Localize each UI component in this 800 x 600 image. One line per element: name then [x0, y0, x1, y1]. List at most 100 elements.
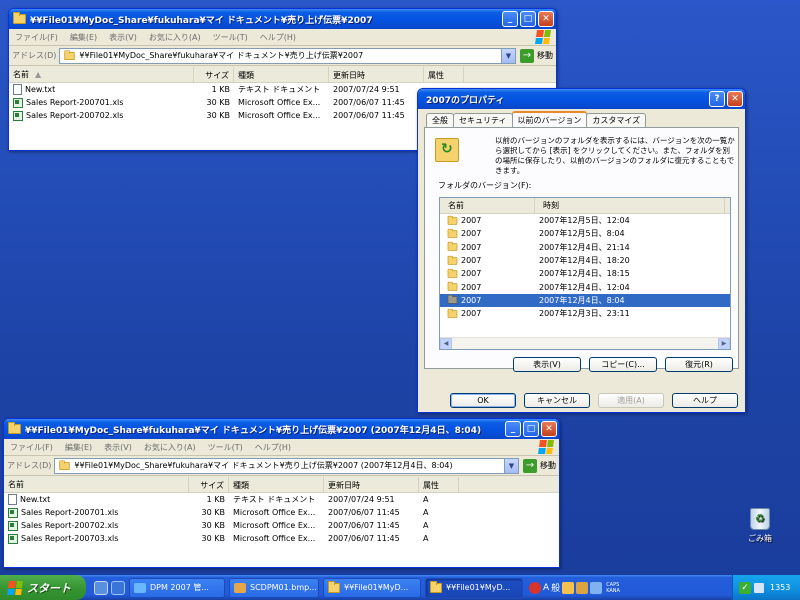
table-row[interactable]: Sales Report-200702.xls 30 KB Microsoft … [4, 519, 559, 532]
column-type[interactable]: 種類 [234, 67, 329, 82]
help-button[interactable]: ? [709, 91, 725, 107]
scroll-left-icon[interactable]: ◀ [440, 337, 452, 349]
go-button[interactable]: → 移動 [523, 458, 556, 473]
list-item-selected[interactable]: 2007 2007年12月4日、8:04 [440, 293, 730, 308]
column-name[interactable]: 名前 ▲ [9, 67, 194, 82]
file-name: Sales Report-200702.xls [21, 521, 119, 530]
chevron-down-icon[interactable]: ▼ [501, 48, 515, 63]
close-button[interactable]: ✕ [541, 421, 557, 437]
version-list[interactable]: 名前 時刻 2007 2007年12月5日、12:04 2007 2007年12月5… [439, 197, 731, 350]
file-size: 30 KB [201, 521, 225, 530]
list-item[interactable]: 2007 2007年12月4日、12:04 [440, 280, 730, 293]
column-attributes[interactable]: 属性 [419, 477, 459, 492]
chevron-down-icon[interactable]: ▼ [504, 458, 518, 473]
column-type[interactable]: 種類 [229, 477, 324, 492]
security-check-icon[interactable]: ✓ [739, 581, 751, 594]
menu-favorites[interactable]: お気に入り(A) [143, 32, 207, 43]
ok-button[interactable]: OK [450, 393, 516, 408]
column-size[interactable]: サイズ [194, 67, 234, 82]
taskbar-button-paint[interactable]: SCDPM01.bmp... [229, 577, 319, 598]
minimize-button[interactable]: _ [505, 421, 521, 437]
taskbar-button-explorer-2[interactable]: ¥¥File01¥MyD... [425, 577, 523, 598]
taskbar-button-explorer-1[interactable]: ¥¥File01¥MyD... [323, 577, 421, 598]
close-button[interactable]: ✕ [727, 91, 743, 107]
menu-file[interactable]: ファイル(F) [4, 442, 59, 453]
tab-customize[interactable]: カスタマイズ [586, 113, 647, 127]
window-titlebar[interactable]: ¥¥File01¥MyDoc_Share¥fukuhara¥マイ ドキュメント¥… [9, 9, 556, 29]
maximize-button[interactable]: □ [520, 11, 536, 27]
start-button[interactable]: スタート [0, 575, 86, 600]
apply-button[interactable]: 適用(A) [598, 393, 664, 408]
folder-restore-icon [435, 138, 459, 162]
ime-pad-icon[interactable] [576, 581, 589, 594]
ime-icon[interactable] [529, 581, 541, 594]
column-name[interactable]: 名前 [440, 198, 535, 213]
close-button[interactable]: ✕ [538, 11, 554, 27]
file-list[interactable]: 名前 サイズ 種類 更新日時 属性 New.txt 1 KB テキスト ドキュメ… [4, 477, 559, 567]
speaker-icon[interactable] [754, 582, 764, 593]
table-row[interactable]: Sales Report-200701.xls 30 KB Microsoft … [4, 506, 559, 519]
list-item[interactable]: 2007 2007年12月5日、8:04 [440, 227, 730, 240]
horizontal-scrollbar[interactable]: ◀ ▶ [440, 337, 730, 349]
help-text-button[interactable]: ヘルプ [672, 393, 738, 408]
tab-previous-versions[interactable]: 以前のバージョン [511, 111, 588, 127]
address-input[interactable]: ¥¥File01¥MyDoc_Share¥fukuhara¥マイ ドキュメント¥… [59, 47, 516, 64]
column-size[interactable]: サイズ [189, 477, 229, 492]
desktop-icon[interactable] [94, 580, 108, 595]
version-list-header: 名前 時刻 [440, 198, 730, 214]
list-item[interactable]: 2007 2007年12月4日、18:15 [440, 267, 730, 280]
ime-help-icon[interactable] [590, 581, 603, 594]
ime-input-mode[interactable]: A [543, 583, 549, 593]
menu-file[interactable]: ファイル(F) [9, 32, 64, 43]
file-attr: A [423, 495, 429, 504]
table-row[interactable]: Sales Report-200703.xls 30 KB Microsoft … [4, 532, 559, 545]
tab-security[interactable]: セキュリティ [453, 113, 513, 127]
go-button[interactable]: → 移動 [520, 48, 553, 63]
taskbar-button-dpm[interactable]: DPM 2007 管... [129, 577, 225, 598]
list-item[interactable]: 2007 2007年12月5日、12:04 [440, 214, 730, 227]
column-attributes[interactable]: 属性 [424, 67, 464, 82]
menu-help[interactable]: ヘルプ(H) [249, 442, 297, 453]
ime-tool-icon[interactable] [562, 581, 575, 594]
cancel-button[interactable]: キャンセル [524, 393, 590, 408]
menu-tools[interactable]: ツール(T) [207, 32, 254, 43]
clock[interactable]: 1353 [770, 583, 790, 592]
menu-help[interactable]: ヘルプ(H) [254, 32, 302, 43]
window-titlebar[interactable]: ¥¥File01¥MyDoc_Share¥fukuhara¥マイ ドキュメント¥… [4, 419, 559, 439]
table-row[interactable]: New.txt 1 KB テキスト ドキュメント 2007/07/24 9:51… [4, 493, 559, 506]
menu-tools[interactable]: ツール(T) [202, 442, 249, 453]
address-input[interactable]: ¥¥File01¥MyDoc_Share¥fukuhara¥マイ ドキュメント¥… [54, 457, 519, 474]
list-item[interactable]: 2007 2007年12月4日、21:14 [440, 241, 730, 254]
menu-edit[interactable]: 編集(E) [59, 442, 98, 453]
explorer-icon[interactable] [111, 580, 125, 595]
file-type: Microsoft Office Ex... [233, 521, 316, 530]
copy-button[interactable]: コピー(C)... [589, 357, 657, 372]
menu-view[interactable]: 表示(V) [98, 442, 138, 453]
folder-icon [447, 281, 458, 291]
maximize-button[interactable]: □ [523, 421, 539, 437]
explorer-window-previous-version[interactable]: ¥¥File01¥MyDoc_Share¥fukuhara¥マイ ドキュメント¥… [3, 418, 560, 568]
view-button[interactable]: 表示(V) [513, 357, 581, 372]
menu-edit[interactable]: 編集(E) [64, 32, 103, 43]
restore-button[interactable]: 復元(R) [665, 357, 733, 372]
dialog-tabs: 全般 セキュリティ 以前のバージョン カスタマイズ [426, 111, 647, 127]
scroll-right-icon[interactable]: ▶ [718, 337, 730, 349]
list-item[interactable]: 2007 2007年12月3日、23:11 [440, 307, 730, 320]
ime-conversion-mode[interactable]: 般 [551, 581, 560, 594]
tab-general[interactable]: 全般 [426, 113, 454, 127]
file-name: Sales Report-200702.xls [26, 111, 124, 120]
folder-icon [447, 255, 458, 265]
folder-icon [447, 308, 458, 318]
menu-view[interactable]: 表示(V) [103, 32, 143, 43]
list-item[interactable]: 2007 2007年12月4日、18:20 [440, 254, 730, 267]
menu-favorites[interactable]: お気に入り(A) [138, 442, 202, 453]
minimize-button[interactable]: _ [502, 11, 518, 27]
recycle-bin[interactable]: ごみ箱 [742, 508, 778, 544]
column-modified[interactable]: 更新日時 [324, 477, 419, 492]
column-name[interactable]: 名前 [4, 477, 189, 492]
folder-icon [447, 241, 458, 251]
column-time[interactable]: 時刻 [535, 198, 725, 213]
column-modified[interactable]: 更新日時 [329, 67, 424, 82]
dialog-titlebar[interactable]: 2007のプロパティ ? ✕ [418, 89, 745, 109]
properties-dialog[interactable]: 2007のプロパティ ? ✕ 全般 セキュリティ 以前のバージョン カスタマイズ… [417, 88, 746, 413]
